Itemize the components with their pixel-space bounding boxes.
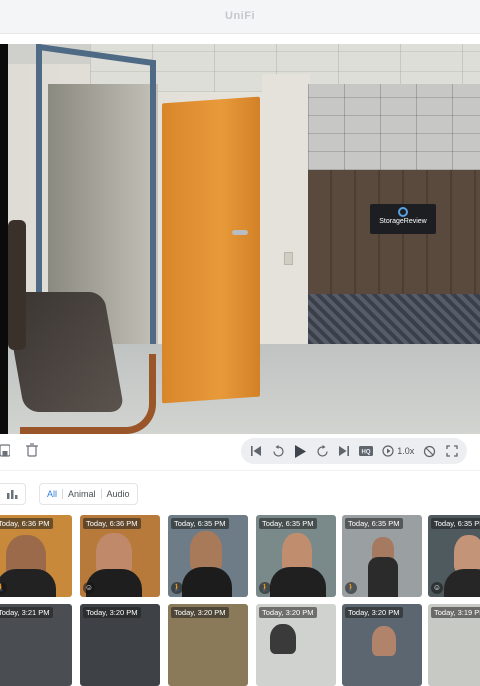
person-icon: 🚶 (171, 582, 183, 594)
scene-door (162, 96, 260, 404)
event-time: Today, 3:19 PM (431, 607, 480, 618)
scene-room-floor (308, 294, 480, 344)
section-divider (0, 470, 480, 471)
forward-10-icon[interactable] (316, 444, 329, 458)
event-type-filter: All Animal Audio (39, 483, 138, 505)
filter-audio[interactable]: Audio (105, 489, 132, 499)
event-thumbnail[interactable]: Today, 6:35 PM ☺ (428, 515, 480, 597)
scene-chair-leg (20, 354, 156, 434)
event-filter-bar: All Animal Audio (0, 482, 480, 506)
playback-toolbar: HQ 1.0x (241, 438, 467, 464)
speed-control[interactable]: 1.0x (382, 444, 414, 458)
event-thumbnail[interactable]: Today, 3:20 PM (80, 604, 160, 686)
rewind-10-icon[interactable] (272, 444, 285, 458)
mute-icon[interactable] (423, 444, 436, 458)
video-player[interactable]: StorageReview (0, 44, 480, 434)
timeline-chart-button[interactable] (0, 483, 26, 505)
event-time: Today, 3:20 PM (259, 607, 317, 618)
event-time: Today, 3:20 PM (345, 607, 403, 618)
player-controls: HQ 1.0x (0, 434, 480, 468)
scene-room-ceiling (308, 84, 480, 170)
scene-sign: StorageReview (370, 204, 436, 234)
event-time: Today, 3:20 PM (83, 607, 141, 618)
event-time: Today, 6:36 PM (0, 518, 53, 529)
event-time: Today, 6:35 PM (431, 518, 480, 529)
filter-animal[interactable]: Animal (66, 489, 98, 499)
event-thumbnail[interactable]: Today, 6:35 PM 🚶 (256, 515, 336, 597)
hq-quality-icon[interactable]: HQ (359, 444, 374, 458)
app-titlebar: UniFi (0, 0, 480, 34)
filter-separator (62, 489, 64, 499)
person-icon: 🚶 (345, 582, 357, 594)
fullscreen-icon[interactable] (445, 444, 458, 458)
event-thumbnail[interactable]: Today, 3:20 PM (256, 604, 336, 686)
export-icon[interactable] (0, 443, 14, 459)
face-icon: ☺ (431, 582, 443, 594)
event-time: Today, 6:36 PM (83, 518, 141, 529)
event-thumbnail[interactable]: Today, 6:35 PM 🚶 (342, 515, 422, 597)
event-time: Today, 6:35 PM (171, 518, 229, 529)
scene-door-handle (232, 230, 248, 235)
trash-icon[interactable] (26, 443, 40, 459)
event-thumbnail-grid: Today, 6:36 PM 🚶 Today, 6:36 PM ☺ Today,… (0, 515, 480, 686)
filter-all[interactable]: All (45, 489, 59, 499)
event-time: Today, 6:35 PM (259, 518, 317, 529)
sign-logo-icon (398, 207, 408, 217)
svg-text:HQ: HQ (362, 450, 371, 456)
top-spacer (0, 34, 480, 44)
video-left-edge (0, 44, 8, 434)
event-thumbnail[interactable]: Today, 3:20 PM (168, 604, 248, 686)
filter-separator (100, 489, 102, 499)
speed-label: 1.0x (397, 446, 415, 456)
event-time: Today, 3:21 PM (0, 607, 53, 618)
event-thumbnail[interactable]: Today, 6:36 PM 🚶 (0, 515, 72, 597)
event-thumbnail[interactable]: Today, 3:21 PM (0, 604, 72, 686)
bar-chart-icon (7, 490, 18, 499)
skip-forward-icon[interactable] (338, 444, 351, 458)
event-thumbnail[interactable]: Today, 6:36 PM ☺ (80, 515, 160, 597)
event-time: Today, 6:35 PM (345, 518, 403, 529)
sign-text: StorageReview (379, 218, 427, 225)
event-time: Today, 3:20 PM (171, 607, 229, 618)
app-title: UniFi (225, 10, 255, 22)
play-icon[interactable] (294, 444, 307, 458)
scene-chair-back (8, 220, 26, 350)
scene-pillar (262, 74, 310, 384)
face-icon: ☺ (83, 582, 95, 594)
skip-back-icon[interactable] (250, 444, 263, 458)
scene-light-switch (284, 252, 293, 265)
event-thumbnail[interactable]: Today, 6:35 PM 🚶 (168, 515, 248, 597)
event-thumbnail[interactable]: Today, 3:19 PM (428, 604, 480, 686)
event-thumbnail[interactable]: Today, 3:20 PM (342, 604, 422, 686)
person-icon: 🚶 (259, 582, 271, 594)
